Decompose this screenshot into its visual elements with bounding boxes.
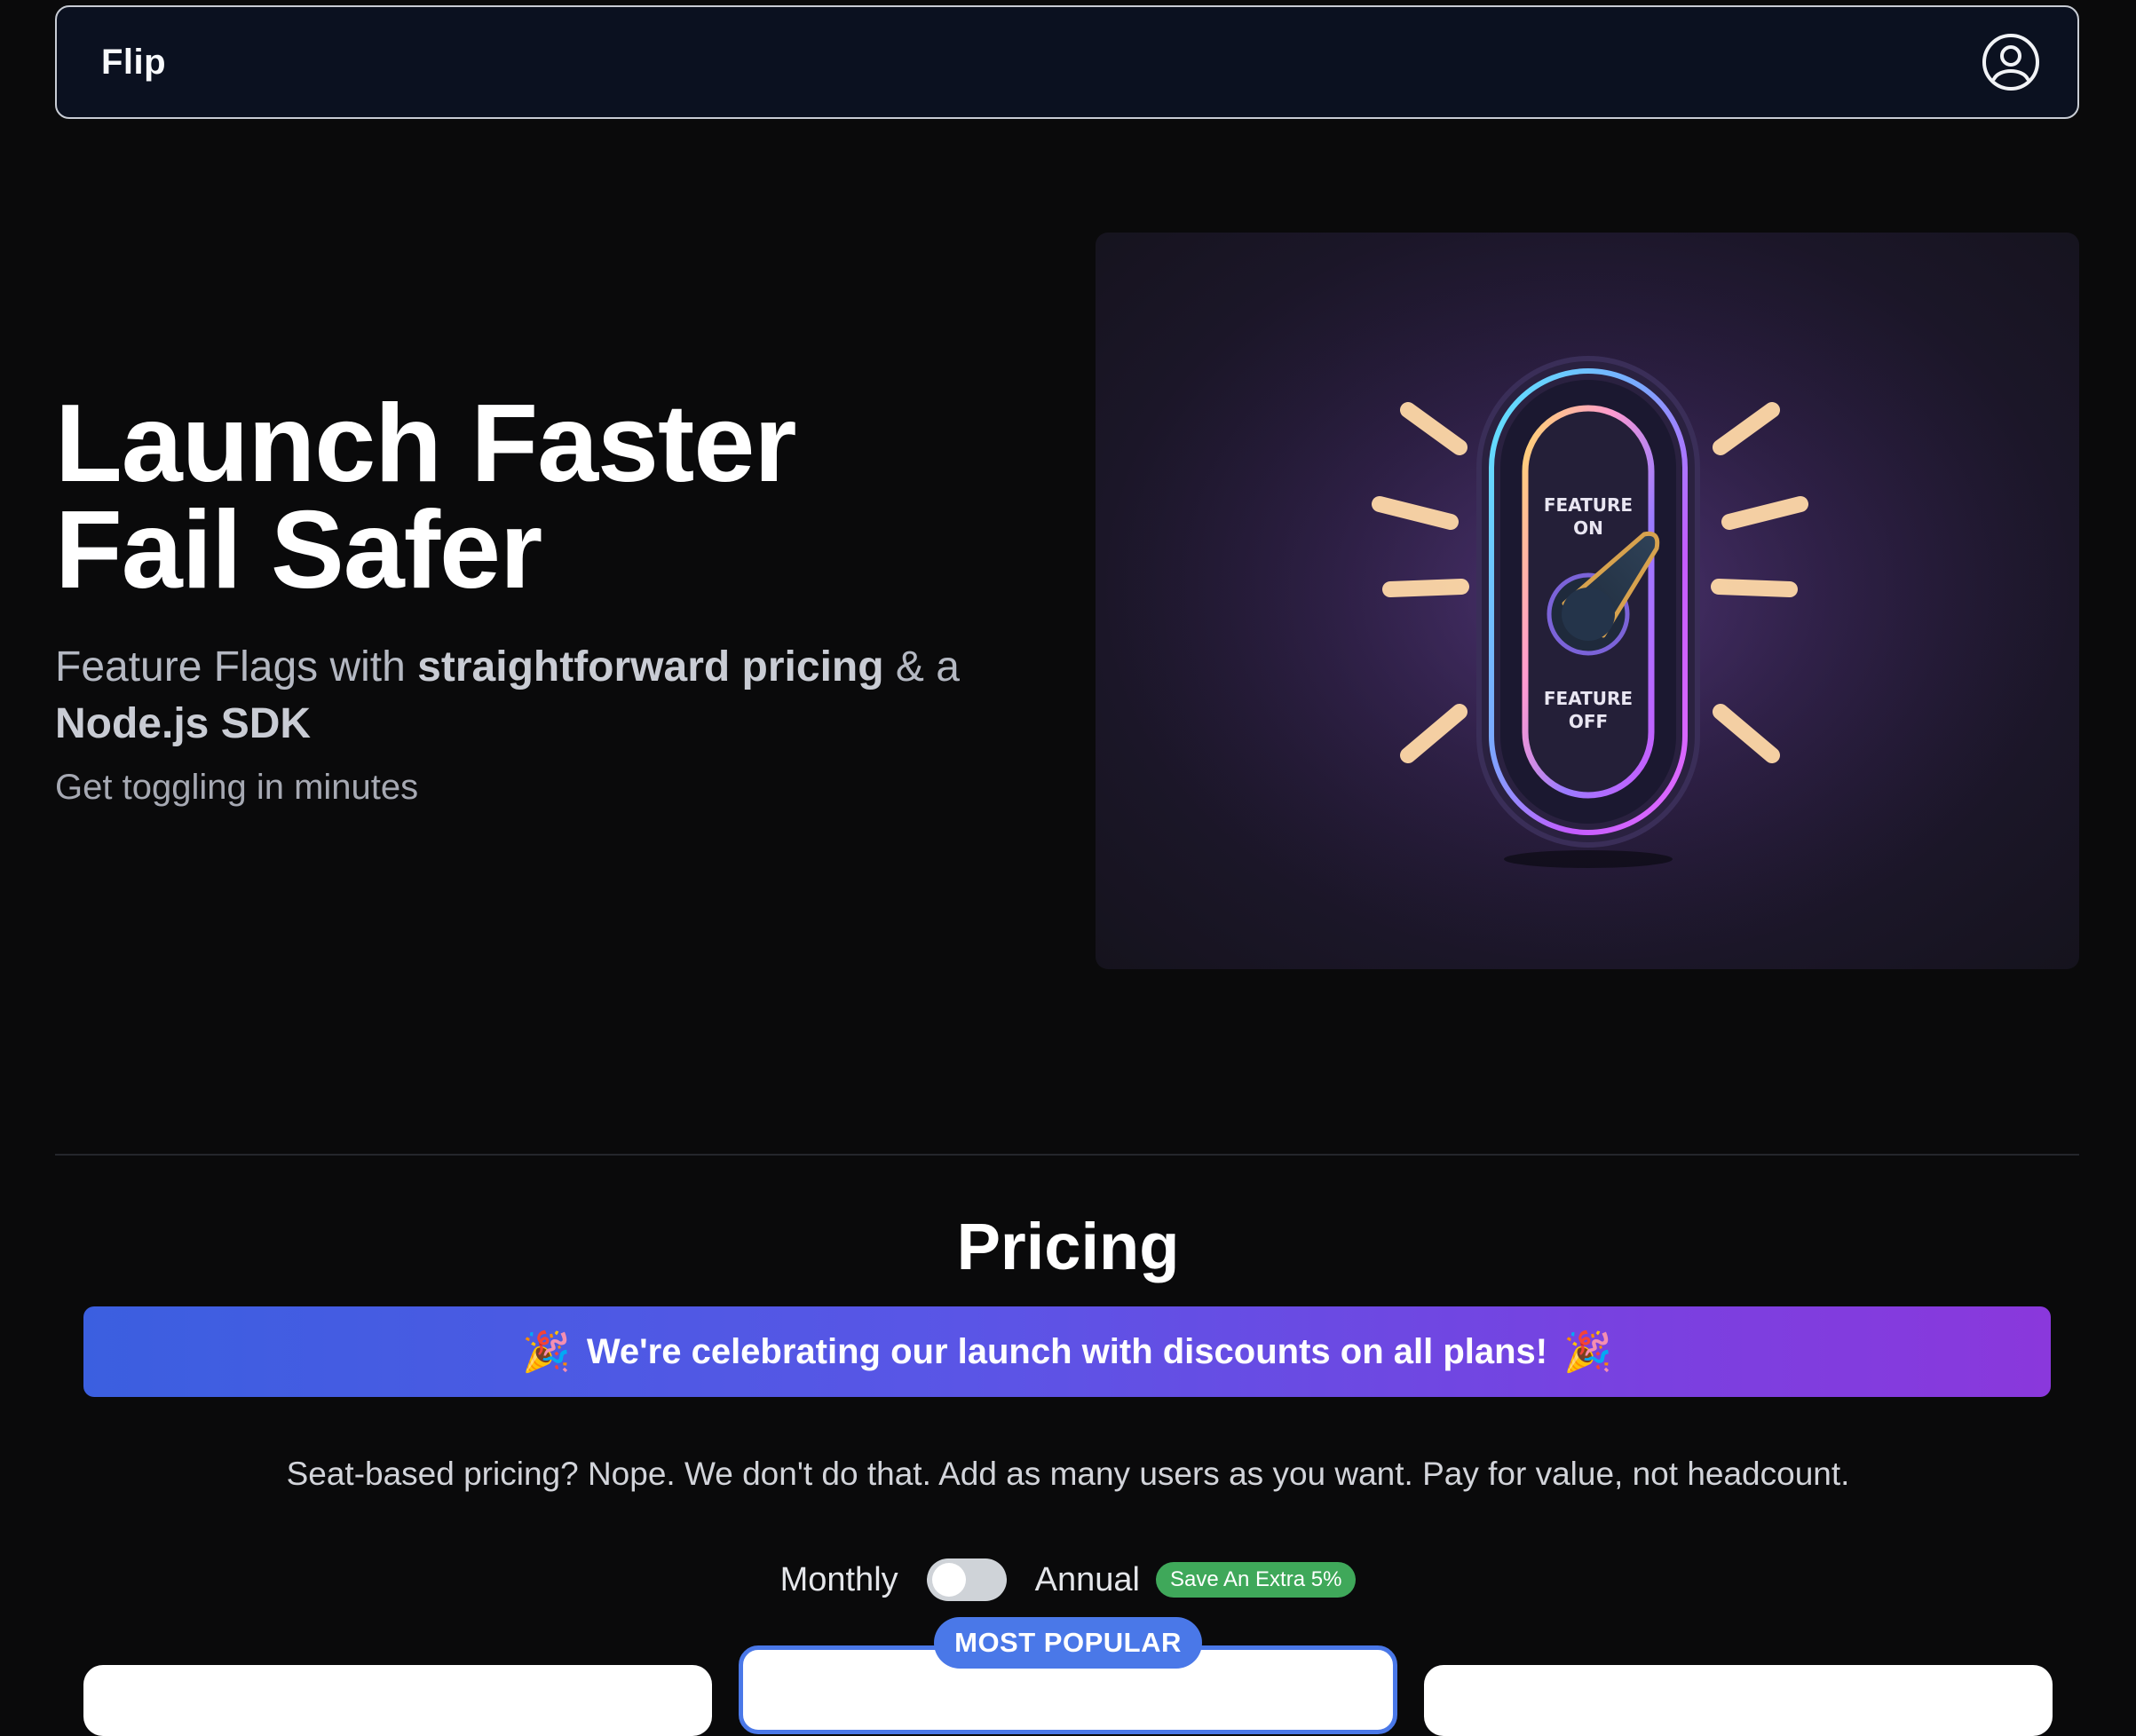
save-extra-badge: Save An Extra 5% bbox=[1155, 1562, 1357, 1598]
billing-period-toggle: Monthly Annual Save An Extra 5% bbox=[0, 1558, 2136, 1601]
account-button[interactable] bbox=[1980, 31, 2042, 93]
hero-title: Launch Faster Fail Safer bbox=[55, 389, 1067, 605]
hero-sub-prefix: Feature Flags with bbox=[55, 643, 418, 690]
hero-text: Launch Faster Fail Safer Feature Flags w… bbox=[55, 389, 1067, 811]
plan-card-right bbox=[1424, 1665, 2053, 1736]
most-popular-badge: MOST POPULAR bbox=[934, 1617, 1202, 1669]
launch-discount-banner: 🎉 We're celebrating our launch with disc… bbox=[83, 1306, 2051, 1397]
hero-sub-mid: & a bbox=[883, 643, 960, 690]
top-navbar: Flip bbox=[55, 5, 2079, 119]
label-feature-on-1: FEATURE bbox=[1544, 494, 1633, 516]
annual-label[interactable]: Annual bbox=[1035, 1561, 1140, 1599]
label-feature-off-1: FEATURE bbox=[1544, 688, 1633, 709]
label-feature-on-2: ON bbox=[1573, 517, 1603, 539]
monthly-label[interactable]: Monthly bbox=[780, 1561, 898, 1599]
user-circle-icon bbox=[1982, 34, 2039, 91]
hero-title-line2: Fail Safer bbox=[55, 489, 542, 612]
hero-subtitle: Feature Flags with straightforward prici… bbox=[55, 639, 1067, 753]
hero-tagline: Get toggling in minutes bbox=[55, 768, 419, 807]
billing-switch[interactable] bbox=[926, 1558, 1007, 1601]
section-divider bbox=[55, 1154, 2079, 1156]
pricing-description: Seat-based pricing? Nope. We don't do th… bbox=[286, 1456, 1850, 1492]
hero-illustration: FEATURE ON FEATURE OFF bbox=[1096, 233, 2079, 969]
plan-card-left bbox=[83, 1665, 712, 1736]
feature-toggle-switch-illustration: FEATURE ON FEATURE OFF bbox=[1096, 233, 2079, 969]
switch-knob bbox=[931, 1563, 966, 1597]
hero-sub-bold-sdk: Node.js SDK bbox=[55, 700, 312, 747]
party-popper-icon: 🎉 bbox=[522, 1330, 571, 1374]
hero-title-line1: Launch Faster bbox=[55, 383, 797, 505]
party-popper-icon: 🎉 bbox=[1563, 1330, 1612, 1374]
hero-sub-bold-pricing: straightforward pricing bbox=[417, 643, 884, 690]
label-feature-off-2: OFF bbox=[1569, 711, 1608, 732]
pricing-heading: Pricing bbox=[956, 1210, 1180, 1283]
banner-text: We're celebrating our launch with discou… bbox=[586, 1331, 1548, 1371]
brand-logo-text[interactable]: Flip bbox=[101, 43, 166, 83]
